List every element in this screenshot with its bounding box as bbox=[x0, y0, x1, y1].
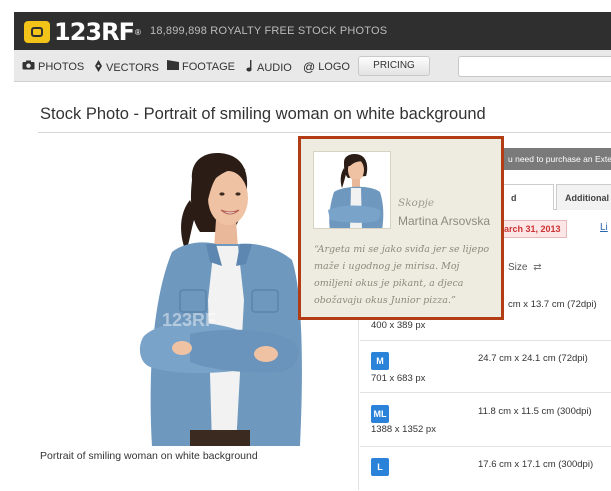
title-divider bbox=[38, 132, 611, 133]
header-tagline: 18,899,898 ROYALTY FREE STOCK PHOTOS bbox=[150, 25, 388, 37]
nav-item-footage[interactable]: FOOTAGE bbox=[167, 60, 235, 73]
film-icon bbox=[167, 60, 179, 73]
nav-item-photos[interactable]: PHOTOS bbox=[22, 60, 84, 73]
tab-additional[interactable]: Additional bbox=[556, 184, 611, 210]
size-table-border bbox=[358, 290, 359, 490]
size-dimensions: cm x 13.7 cm (72dpi) bbox=[508, 299, 597, 310]
at-sign-icon: @ bbox=[303, 60, 316, 74]
size-badge-ml: ML bbox=[371, 405, 389, 423]
size-dimensions: 24.7 cm x 24.1 cm (72dpi) bbox=[478, 353, 588, 364]
woman-thumbnail-image bbox=[314, 152, 390, 228]
size-pixels: 701 x 683 px bbox=[371, 373, 426, 384]
row-divider bbox=[360, 340, 611, 341]
nav-item-audio[interactable]: AUDIO bbox=[246, 60, 292, 75]
pricing-button[interactable]: PRICING bbox=[358, 56, 430, 76]
sort-arrows-icon: ⇄ bbox=[533, 262, 542, 273]
logo-text: 123RF bbox=[54, 18, 135, 46]
size-dimensions: 11.8 cm x 11.5 cm (300dpi) bbox=[478, 406, 592, 417]
testimonial-popup[interactable]: Skopje Martina Arsovska “Argeta mi se ja… bbox=[298, 136, 504, 320]
testimonial-city: Skopje bbox=[398, 197, 435, 209]
image-watermark: 123RF bbox=[162, 310, 217, 330]
music-note-icon bbox=[246, 60, 254, 75]
nav-label-vectors: VECTORS bbox=[106, 61, 159, 74]
page-title: Stock Photo - Portrait of smiling woman … bbox=[40, 105, 486, 123]
row-divider bbox=[360, 392, 611, 393]
testimonial-name: Martina Arsovska bbox=[398, 214, 491, 228]
testimonial-thumbnail bbox=[313, 151, 391, 229]
nav-label-audio: AUDIO bbox=[257, 61, 292, 74]
category-nav: PHOTOS VECTORS FOOTAGE AUDIO @ LOGO PRIC… bbox=[14, 50, 611, 82]
photo-caption: Portrait of smiling woman on white backg… bbox=[40, 450, 258, 462]
logo-registered-mark: ® bbox=[134, 27, 141, 37]
size-pixels: 1388 x 1352 px bbox=[371, 424, 436, 435]
size-badge-l: L bbox=[371, 458, 389, 476]
search-input[interactable] bbox=[458, 56, 611, 77]
site-logo[interactable]: 123RF ® bbox=[24, 18, 141, 46]
logo-camera-icon bbox=[24, 21, 50, 43]
nav-item-logo[interactable]: @ LOGO bbox=[303, 60, 350, 74]
size-column-header[interactable]: Size ⇄ bbox=[508, 262, 542, 273]
extended-license-notice: u need to purchase an Extende bbox=[500, 148, 611, 170]
site-header: 123RF ® 18,899,898 ROYALTY FREE STOCK PH… bbox=[14, 12, 611, 50]
nav-label-logo: LOGO bbox=[318, 61, 350, 73]
size-dimensions: 17.6 cm x 17.1 cm (300dpi) bbox=[478, 459, 594, 470]
pen-nib-icon bbox=[94, 60, 103, 75]
camera-icon bbox=[22, 60, 35, 73]
page: 123RF ® 18,899,898 ROYALTY FREE STOCK PH… bbox=[0, 0, 611, 491]
row-divider bbox=[360, 446, 611, 447]
size-badge-m: M bbox=[371, 352, 389, 370]
tab-standard-license[interactable]: d License bbox=[502, 184, 554, 229]
nav-label-footage: FOOTAGE bbox=[182, 60, 235, 73]
size-header-label: Size bbox=[508, 262, 528, 273]
date-badge: arch 31, 2013 bbox=[498, 220, 567, 238]
nav-item-vectors[interactable]: VECTORS bbox=[94, 60, 159, 75]
nav-label-photos: PHOTOS bbox=[38, 60, 85, 73]
testimonial-quote: “Argeta mi se jako sviđa jer se lijepo m… bbox=[314, 244, 490, 306]
size-pixels: 400 x 389 px bbox=[371, 320, 426, 331]
license-link[interactable]: Li bbox=[600, 222, 608, 233]
